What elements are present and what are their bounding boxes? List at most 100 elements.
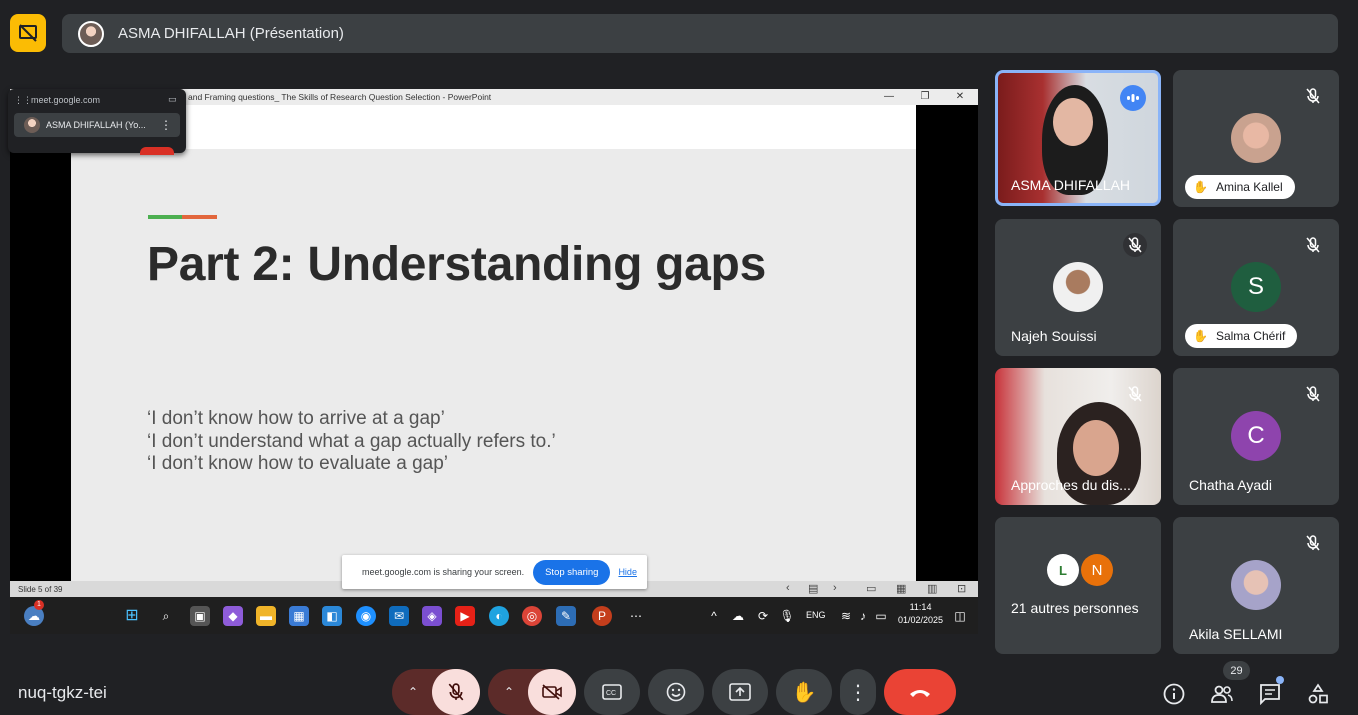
participant-avatar bbox=[1231, 560, 1281, 610]
next-slide-icon[interactable]: › bbox=[833, 582, 837, 594]
clock[interactable]: 11:14 01/02/2025 bbox=[898, 601, 943, 627]
participant-tile[interactable]: Approches du dis... bbox=[995, 368, 1161, 505]
copilot-365-icon[interactable]: ◈ bbox=[422, 606, 442, 626]
present-button[interactable] bbox=[712, 669, 768, 715]
chrome-icon[interactable]: ◎ bbox=[522, 606, 542, 626]
avatar-initial: N bbox=[1091, 561, 1103, 579]
mic-off-icon bbox=[1301, 84, 1325, 108]
outlook-icon[interactable]: ✉ bbox=[389, 606, 409, 626]
present-off-icon[interactable] bbox=[10, 14, 46, 52]
participant-name: Najeh Souissi bbox=[1011, 328, 1097, 344]
window-title: and Framing questions_ The Skills of Res… bbox=[188, 92, 492, 102]
others-label: 21 autres personnes bbox=[1011, 600, 1139, 616]
sync-icon[interactable]: ⟳ bbox=[753, 606, 773, 626]
youtube-icon[interactable]: ▶ bbox=[455, 606, 475, 626]
slide-quote: ‘I don’t know how to arrive at a gap’ bbox=[147, 408, 445, 429]
drag-icon[interactable]: ⋮⋮ bbox=[14, 95, 32, 106]
edge-beta-icon[interactable]: ◉ bbox=[356, 606, 376, 626]
audio-options-chevron-icon[interactable]: ⌃ bbox=[408, 685, 418, 699]
slide-accent-orange bbox=[182, 215, 217, 219]
reactions-button[interactable] bbox=[648, 669, 704, 715]
people-button[interactable] bbox=[1206, 678, 1238, 710]
pip-icon[interactable]: ▭ bbox=[168, 94, 177, 105]
participant-tile[interactable]: C Chatha Ayadi bbox=[1173, 368, 1339, 505]
search-icon[interactable]: ⌕ bbox=[156, 606, 176, 626]
powerpoint-icon[interactable]: P bbox=[592, 606, 612, 626]
reading-view-icon[interactable]: ▥ bbox=[927, 582, 937, 595]
minimize-icon[interactable]: — bbox=[874, 89, 904, 105]
participant-name: Approches du dis... bbox=[1011, 477, 1131, 493]
participant-avatar bbox=[1053, 262, 1103, 312]
raise-hand-button[interactable]: ✋ bbox=[776, 669, 832, 715]
participant-name: Akila SELLAMI bbox=[1189, 626, 1283, 642]
stop-sharing-button[interactable]: Stop sharing bbox=[533, 559, 611, 585]
slide: Part 2: Understanding gaps ‘I don’t know… bbox=[71, 105, 916, 581]
present-icon bbox=[729, 683, 751, 701]
task-view-icon[interactable]: ▣ bbox=[190, 606, 210, 626]
battery-icon[interactable]: ▭ bbox=[871, 606, 891, 626]
popup-participant-name: ASMA DHIFALLAH (Yo... bbox=[46, 120, 146, 130]
participant-name: Amina Kallel bbox=[1215, 180, 1283, 194]
avatar-initial: L bbox=[1059, 562, 1067, 578]
mic-off-icon bbox=[1301, 382, 1325, 406]
avatar-initial: S bbox=[1247, 273, 1264, 300]
onedrive-icon[interactable]: ☁ bbox=[728, 606, 748, 626]
leave-call-button[interactable] bbox=[884, 669, 956, 715]
more-vert-icon[interactable]: ⋮ bbox=[160, 118, 172, 132]
participant-tile[interactable]: S ✋ Salma Chérif bbox=[1173, 219, 1339, 356]
volume-icon[interactable]: ♪ bbox=[853, 606, 873, 626]
copilot-icon[interactable]: ◆ bbox=[223, 606, 243, 626]
edge-icon[interactable]: ◐ bbox=[489, 606, 509, 626]
microphone-tray-icon[interactable]: 🎙 bbox=[777, 606, 797, 626]
video-options-chevron-icon[interactable]: ⌃ bbox=[504, 685, 514, 699]
presenter-label: ASMA DHIFALLAH (Présentation) bbox=[118, 25, 344, 42]
sharing-banner: meet.google.com is sharing your screen. … bbox=[342, 555, 647, 589]
mic-off-icon bbox=[448, 683, 464, 701]
participant-tile[interactable]: ✋ Amina Kallel bbox=[1173, 70, 1339, 207]
more-apps-icon[interactable]: ⋯ bbox=[626, 606, 646, 626]
app-tools-icon[interactable]: ✎ bbox=[556, 606, 576, 626]
close-icon[interactable]: ✕ bbox=[945, 89, 975, 105]
normal-view-icon[interactable]: ▭ bbox=[866, 582, 876, 595]
participant-name: Salma Chérif bbox=[1215, 329, 1286, 343]
notification-badge: 1 bbox=[34, 600, 44, 610]
participant-tile[interactable]: ASMA DHIFALLAH bbox=[995, 70, 1161, 206]
language-indicator[interactable]: ENG bbox=[806, 610, 826, 620]
avatar-initial: C bbox=[1247, 422, 1265, 449]
popup-participant-row[interactable]: ASMA DHIFALLAH (Yo... ⋮ bbox=[14, 113, 180, 137]
others-tile[interactable]: L N 21 autres personnes bbox=[995, 517, 1161, 654]
meeting-code: nuq-tgkz-tei bbox=[18, 683, 107, 702]
participant-avatar: S bbox=[1231, 262, 1281, 312]
slide-top-band bbox=[71, 105, 916, 149]
sorter-view-icon[interactable]: ▦ bbox=[896, 582, 906, 595]
activities-button[interactable] bbox=[1302, 678, 1334, 710]
restore-icon[interactable]: ❐ bbox=[910, 89, 940, 105]
hide-link[interactable]: Hide bbox=[618, 567, 637, 577]
slide-counter: Slide 5 of 39 bbox=[18, 584, 63, 594]
file-explorer-icon[interactable]: ▬ bbox=[256, 606, 276, 626]
audio-control-group: ⌃ bbox=[392, 669, 480, 715]
prev-slide-icon[interactable]: ‹ bbox=[786, 582, 790, 594]
slide-menu-icon[interactable]: ▤ bbox=[808, 582, 818, 595]
participant-name: Chatha Ayadi bbox=[1189, 477, 1273, 493]
slide-quote: ‘I don’t understand what a gap actually … bbox=[147, 430, 556, 452]
chat-icon bbox=[1260, 684, 1280, 705]
slideshow-icon[interactable]: ⊡ bbox=[957, 582, 966, 595]
meeting-info-button[interactable] bbox=[1158, 678, 1190, 710]
captions-button[interactable]: CC bbox=[584, 669, 640, 715]
info-icon bbox=[1163, 683, 1185, 705]
windows-start-icon[interactable]: ⊞ bbox=[122, 606, 142, 626]
mic-off-icon bbox=[1123, 233, 1147, 257]
store-icon[interactable]: ▦ bbox=[289, 606, 309, 626]
emoji-icon bbox=[666, 682, 686, 702]
more-options-button[interactable]: ⋮ bbox=[840, 669, 876, 715]
mic-off-button[interactable] bbox=[432, 669, 480, 715]
participant-tile[interactable]: Akila SELLAMI bbox=[1173, 517, 1339, 654]
participant-tile[interactable]: Najeh Souissi bbox=[995, 219, 1161, 356]
speaking-indicator-icon bbox=[1120, 85, 1146, 111]
tray-chevron-icon[interactable]: ^ bbox=[704, 606, 724, 626]
app-icon[interactable]: ◧ bbox=[322, 606, 342, 626]
notifications-icon[interactable]: ◫ bbox=[950, 606, 970, 626]
camera-off-button[interactable] bbox=[528, 669, 576, 715]
sharing-message: meet.google.com is sharing your screen. bbox=[362, 567, 525, 577]
